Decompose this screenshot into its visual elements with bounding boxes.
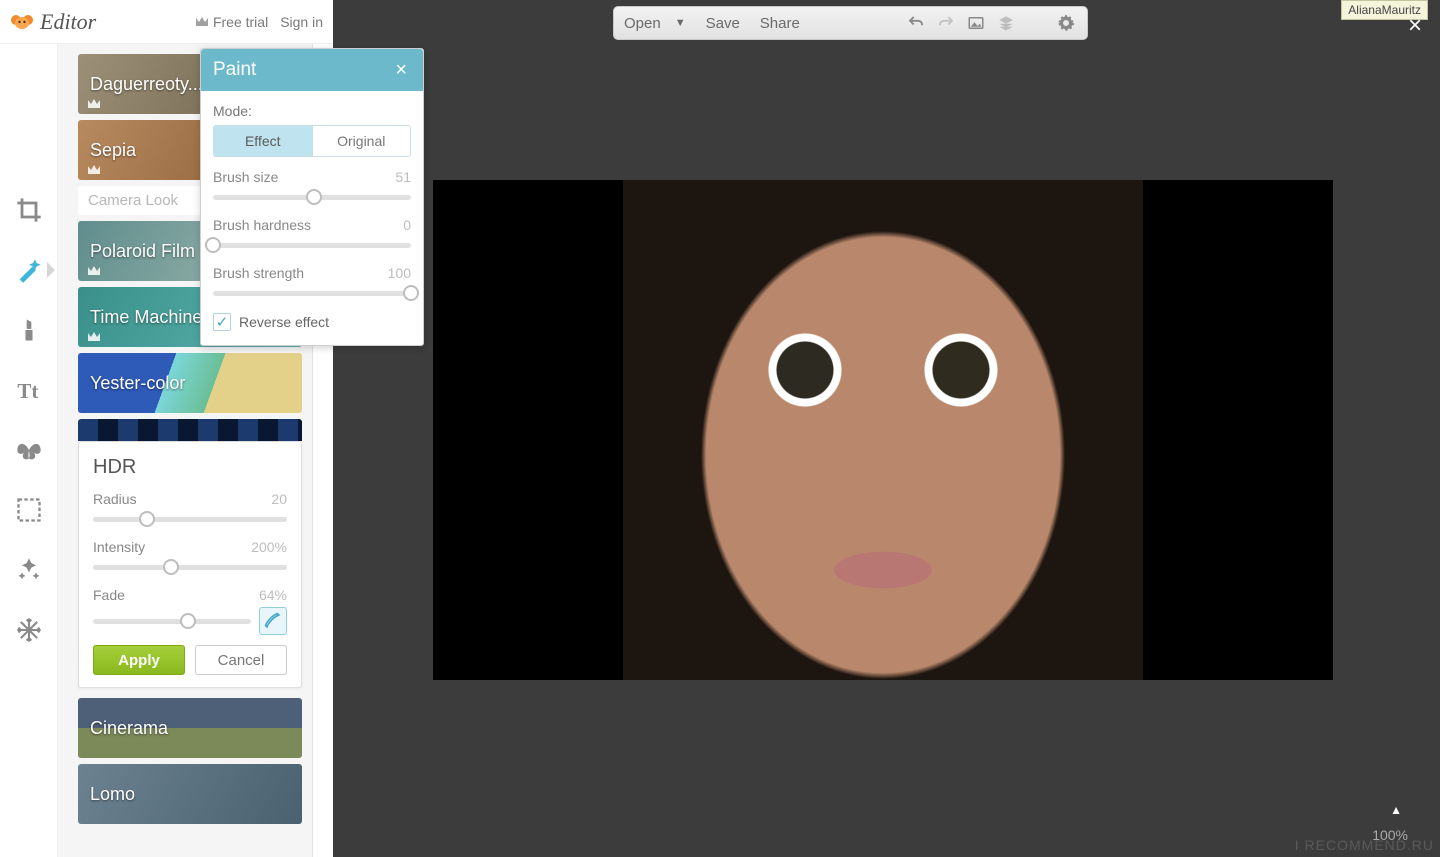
effect-hdr-thumb [78,419,302,441]
watermark: I RECOMMEND.RU [1295,837,1434,853]
tool-overlay[interactable] [13,434,45,466]
layers-icon [997,14,1015,32]
tool-touchup[interactable] [13,314,45,346]
radius-label: Radius [93,491,137,507]
paint-title: Paint [213,59,256,81]
download-icon [1027,14,1045,32]
mode-original-button[interactable]: Original [313,126,411,156]
chevron-down-icon: ▼ [675,17,686,29]
redo-button[interactable] [935,12,957,34]
effect-yester-color[interactable]: Yester-color [78,353,302,413]
scroll-top-icon[interactable]: ▲ [1390,803,1402,817]
paint-close-button[interactable]: × [391,60,411,80]
app-name: Editor [40,9,96,35]
paint-brush-button[interactable] [259,607,287,635]
crop-icon [15,196,43,224]
tool-frame[interactable] [13,494,45,526]
reverse-effect-checkbox[interactable]: ✓ [213,313,231,331]
intensity-value: 200% [251,539,287,555]
paint-panel: Paint × Mode: Effect Original Brush size… [200,48,424,346]
intensity-slider[interactable] [93,557,287,577]
brush-hardness-value: 0 [403,217,411,233]
undo-button[interactable] [905,12,927,34]
sign-in-link[interactable]: Sign in [280,14,323,30]
download-button[interactable] [1025,12,1047,34]
effect-label: Polaroid Film [90,241,195,262]
hdr-settings-card: HDR Radius 20 Intensity 200% Fade 64% [78,441,302,688]
redo-icon [937,14,955,32]
effect-label: Cinerama [90,718,168,739]
fit-button[interactable] [965,12,987,34]
crown-icon [86,265,102,277]
text-icon: Tt [15,376,43,404]
brush-strength-value: 100 [388,265,411,281]
svg-text:Tt: Tt [17,379,38,403]
portrait-placeholder [623,180,1143,680]
image-icon [967,14,985,32]
crown-icon [86,98,102,110]
fade-value: 64% [259,587,287,603]
close-overlay-button[interactable]: × [1408,12,1422,40]
radius-value: 20 [271,491,287,507]
save-button[interactable]: Save [706,15,740,32]
effect-label: Time Machine [90,307,202,328]
mode-toggle: Effect Original [213,125,411,157]
fade-slider[interactable] [93,611,251,631]
butterfly-icon [15,436,43,464]
reverse-effect-label: Reverse effect [239,314,329,330]
app-header: Editor Free trial Sign in [0,0,333,44]
tool-text[interactable]: Tt [13,374,45,406]
mode-effect-button[interactable]: Effect [214,126,313,156]
undo-icon [907,14,925,32]
brush-hardness-label: Brush hardness [213,217,311,233]
layers-button[interactable] [995,12,1017,34]
settings-button[interactable] [1055,12,1077,34]
canvas-image[interactable] [433,180,1333,680]
effect-cinerama[interactable]: Cinerama [78,698,302,758]
paint-header: Paint × [201,49,423,91]
snowflake-icon [15,616,43,644]
effect-label: Daguerreoty... [90,74,203,95]
brush-strength-label: Brush strength [213,265,304,281]
tool-strip: Tt [0,44,58,857]
canvas-area: Open ▼ Save Share AlianaMau [333,0,1440,857]
cancel-button[interactable]: Cancel [195,645,287,675]
brush-size-label: Brush size [213,169,278,185]
free-trial-label: Free trial [213,14,268,30]
hdr-title: HDR [93,456,287,479]
effect-lomo[interactable]: Lomo [78,764,302,824]
magic-wand-icon [15,256,43,284]
tool-texture[interactable] [13,554,45,586]
fade-label: Fade [93,587,125,603]
brush-hardness-slider[interactable] [213,235,411,255]
frame-icon [15,496,43,524]
brush-size-value: 51 [395,169,411,185]
tool-theme[interactable] [13,614,45,646]
texture-icon [15,556,43,584]
app-logo: Editor [10,9,96,35]
lipstick-icon [15,316,43,344]
radius-slider[interactable] [93,509,287,529]
monkey-icon [10,10,34,34]
crown-icon [195,16,209,28]
mode-label: Mode: [213,103,411,119]
brush-size-slider[interactable] [213,187,411,207]
open-label: Open [624,15,661,32]
crown-icon [86,164,102,176]
tool-crop[interactable] [13,194,45,226]
open-menu[interactable]: Open ▼ [624,15,686,32]
intensity-label: Intensity [93,539,145,555]
effect-label: Sepia [90,140,136,161]
effect-label: Lomo [90,784,135,805]
canvas-toolbar: Open ▼ Save Share [613,6,1088,40]
free-trial-link[interactable]: Free trial [195,14,268,30]
gear-icon [1057,14,1075,32]
tool-effects[interactable] [13,254,45,286]
effect-label: Yester-color [90,373,185,394]
brush-icon [264,612,282,630]
apply-button[interactable]: Apply [93,645,185,675]
share-button[interactable]: Share [760,15,800,32]
crown-icon [86,331,102,343]
brush-strength-slider[interactable] [213,283,411,303]
